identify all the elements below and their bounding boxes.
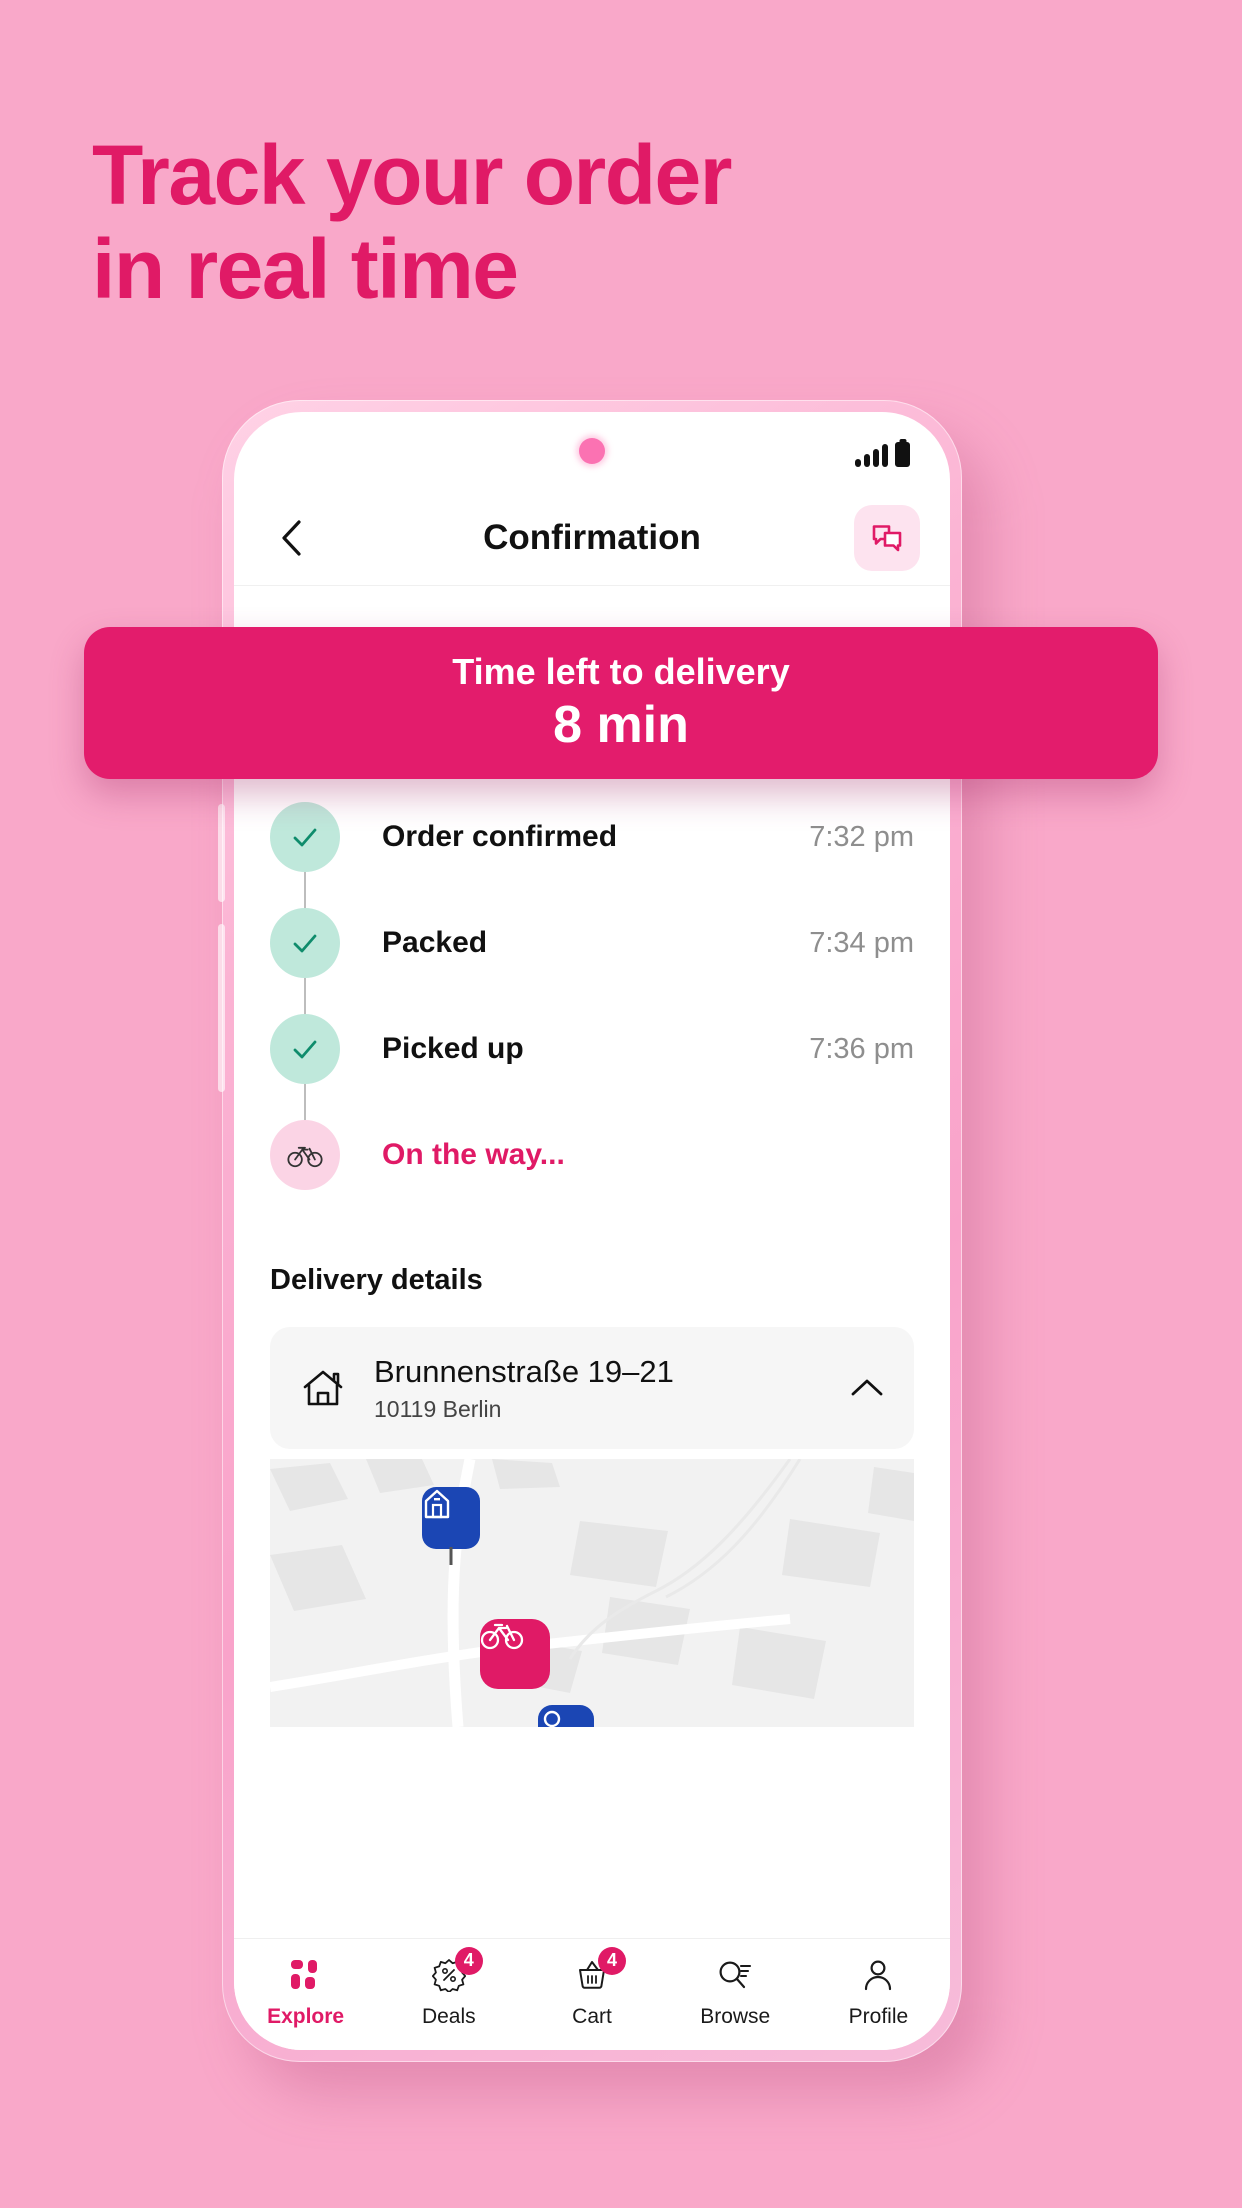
step-status-icon — [270, 908, 340, 978]
timeline-step: Picked up 7:36 pm — [270, 996, 914, 1146]
timeline-step: Packed 7:34 pm — [270, 890, 914, 1040]
address-line-1: Brunnenstraße 19–21 — [374, 1354, 674, 1389]
cart-badge: 4 — [598, 1946, 626, 1975]
volume-down-button[interactable] — [218, 924, 225, 1092]
chat-button[interactable] — [854, 504, 920, 571]
banner-time-value: 8 min — [553, 696, 689, 754]
check-icon — [293, 828, 317, 847]
grid-squares-glyph — [290, 1959, 317, 1989]
person-icon — [858, 1955, 898, 1995]
nav-item-explore[interactable]: Explore — [234, 1955, 377, 2029]
bicycle-marker-icon — [480, 1623, 524, 1649]
address-line-2: 10119 Berlin — [374, 1395, 502, 1422]
search-list-glyph — [719, 1961, 752, 1988]
person-glyph — [865, 1959, 892, 1990]
step-status-icon — [270, 802, 340, 872]
delivery-details-title: Delivery details — [270, 1264, 483, 1296]
delivery-address-card[interactable]: Brunnenstraße 19–21 10119 Berlin — [270, 1327, 914, 1449]
nav-item-cart[interactable]: 4 Cart — [520, 1946, 663, 2029]
promo-headline: Track your order in real time — [92, 128, 992, 316]
back-button[interactable] — [268, 515, 314, 561]
step-label: Order confirmed — [382, 820, 618, 853]
status-bar — [234, 412, 950, 490]
signal-bars-icon — [855, 444, 888, 467]
step-time: 7:34 pm — [809, 926, 914, 959]
step-status-icon — [270, 1120, 340, 1190]
store-marker[interactable] — [538, 1704, 594, 1727]
timeline-step: Order confirmed 7:32 pm — [270, 784, 914, 934]
nav-label-deals: Deals — [421, 2004, 476, 2028]
nav-label-cart: Cart — [572, 2004, 612, 2028]
step-label: On the way... — [382, 1138, 565, 1171]
deal-tag-icon: 4 — [429, 1946, 483, 1995]
bottom-navigation: Explore 4 Deals 4 Cart Browse Profile — [234, 1938, 950, 2050]
basket-icon: 4 — [572, 1946, 626, 1995]
map-graphics — [270, 1458, 914, 1727]
headline-line-1: Track your order — [92, 128, 732, 222]
delivery-time-banner: Time left to delivery 8 min — [84, 627, 1158, 779]
app-header: Confirmation — [234, 490, 950, 586]
status-bar-indicators — [855, 442, 910, 467]
grid-squares-icon — [286, 1955, 326, 1995]
house-icon — [303, 1370, 343, 1406]
step-time: 7:32 pm — [809, 820, 914, 853]
nav-label-profile: Profile — [848, 2004, 909, 2028]
nav-item-deals[interactable]: 4 Deals — [377, 1946, 520, 2029]
check-icon — [293, 1040, 317, 1059]
nav-item-browse[interactable]: Browse — [664, 1955, 807, 2029]
page-title: Confirmation — [483, 517, 701, 557]
delivery-map[interactable] — [270, 1458, 914, 1727]
step-label: Packed — [382, 926, 488, 959]
front-camera-icon — [579, 438, 605, 464]
check-icon — [293, 934, 317, 953]
chevron-up-icon[interactable] — [850, 1377, 884, 1399]
deals-badge: 4 — [454, 1946, 483, 1975]
step-status-icon — [270, 1014, 340, 1084]
home-marker[interactable] — [422, 1486, 480, 1549]
banner-subtitle: Time left to delivery — [452, 651, 790, 692]
bicycle-icon — [287, 1146, 323, 1168]
search-list-icon — [715, 1955, 755, 1995]
timeline-step-active: On the way... — [270, 1102, 914, 1208]
nav-label-explore: Explore — [267, 2004, 345, 2028]
courier-marker[interactable] — [480, 1618, 550, 1689]
nav-item-profile[interactable]: Profile — [807, 1955, 950, 2029]
volume-up-button[interactable] — [218, 804, 225, 902]
chevron-left-icon — [282, 519, 301, 556]
step-label: Picked up — [382, 1032, 524, 1065]
house-marker-icon — [424, 1489, 450, 1518]
headline-line-2: in real time — [92, 222, 519, 317]
delivery-address-text: Brunnenstraße 19–21 10119 Berlin — [374, 1353, 850, 1423]
chat-bubbles-icon — [872, 524, 902, 551]
step-time: 7:36 pm — [809, 1032, 914, 1065]
nav-label-browse: Browse — [700, 2004, 771, 2028]
store-marker-icon — [543, 1710, 561, 1727]
battery-icon — [895, 442, 910, 467]
